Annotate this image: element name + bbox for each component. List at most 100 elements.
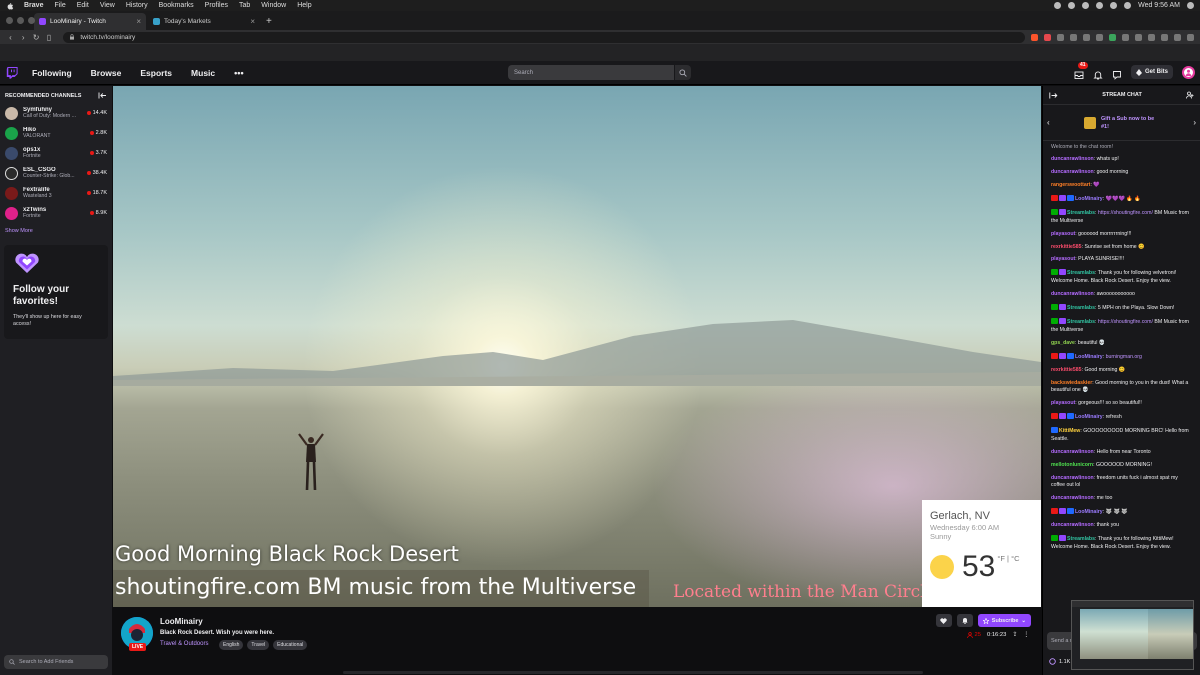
- maximize-window-icon[interactable]: [28, 17, 35, 24]
- brave-rewards-icon[interactable]: [1043, 33, 1051, 41]
- back-icon[interactable]: ‹: [6, 33, 15, 42]
- extension-icon[interactable]: [1056, 33, 1064, 41]
- chat-badge-icon[interactable]: [1059, 535, 1066, 542]
- chat-badge-icon[interactable]: [1051, 208, 1058, 215]
- picture-in-picture-window[interactable]: [1071, 600, 1194, 670]
- sidebar-channel[interactable]: ops1x Fortnite 3.7K: [0, 143, 112, 163]
- extension-icon[interactable]: [1069, 33, 1077, 41]
- more-menu-icon[interactable]: •••: [234, 68, 243, 78]
- chat-badge-icon[interactable]: [1067, 413, 1074, 420]
- menu-tab[interactable]: Tab: [239, 2, 250, 9]
- chat-badge-icon[interactable]: [1051, 508, 1058, 515]
- sidebar-channel[interactable]: x2Twins Fortnite 8.9K: [0, 203, 112, 223]
- chat-username[interactable]: duncanrawlinson: [1051, 156, 1094, 162]
- menu-window[interactable]: Window: [261, 2, 286, 9]
- chat-badge-icon[interactable]: [1067, 352, 1074, 359]
- chat-link[interactable]: https://shoutingfire.com/: [1098, 210, 1153, 216]
- user-avatar[interactable]: [1182, 65, 1195, 79]
- chat-username[interactable]: playasout: [1051, 400, 1075, 406]
- chat-badge-icon[interactable]: [1051, 304, 1058, 311]
- chat-username[interactable]: duncanrawlinson: [1051, 449, 1094, 455]
- apple-icon[interactable]: [6, 2, 14, 10]
- chat-username[interactable]: mellotonlunicorn: [1051, 462, 1093, 468]
- chat-badge-icon[interactable]: [1067, 194, 1074, 201]
- menu-view[interactable]: View: [100, 2, 115, 9]
- minimize-window-icon[interactable]: [17, 17, 24, 24]
- chat-badge-icon[interactable]: [1059, 304, 1066, 311]
- collapse-sidebar-icon[interactable]: [98, 92, 107, 99]
- browser-tab-markets[interactable]: Today's Markets ×: [148, 13, 260, 30]
- search-icon[interactable]: [1187, 2, 1194, 9]
- chat-username[interactable]: playasout: [1051, 231, 1075, 237]
- profile-icon[interactable]: [1173, 33, 1181, 41]
- chat-username[interactable]: Streamlabs: [1067, 536, 1095, 542]
- chat-username[interactable]: duncanrawlinson: [1051, 291, 1094, 297]
- status-icon[interactable]: [1054, 2, 1062, 9]
- channel-points[interactable]: 1.1K: [1049, 658, 1070, 665]
- chat-username[interactable]: LooMinairy: [1075, 509, 1103, 515]
- chat-username[interactable]: duncanrawlinson: [1051, 475, 1094, 481]
- chat-badge-icon[interactable]: [1067, 508, 1074, 515]
- extension-icon[interactable]: [1134, 33, 1142, 41]
- address-bar[interactable]: twitch.tv/loominairy: [63, 31, 1025, 43]
- chat-username[interactable]: LooMinairy: [1075, 196, 1103, 202]
- chat-badge-icon[interactable]: [1059, 194, 1066, 201]
- sidebar-channel[interactable]: Symfuhny Call of Duty: Modern ... 14.4K: [0, 103, 112, 123]
- nav-following[interactable]: Following: [32, 68, 72, 78]
- stream-category[interactable]: Travel & Outdoors: [160, 641, 208, 647]
- extensions-puzzle-icon[interactable]: [1160, 33, 1168, 41]
- bookmark-icon[interactable]: ▯: [45, 33, 54, 42]
- clock[interactable]: Wed 9:56 AM: [1138, 2, 1180, 9]
- chat-link[interactable]: burningman.org: [1106, 354, 1142, 360]
- chat-username[interactable]: rexrkittie585: [1051, 244, 1082, 250]
- chat-badge-icon[interactable]: [1059, 208, 1066, 215]
- tag-english[interactable]: English: [219, 640, 244, 650]
- chat-username[interactable]: gps_dave: [1051, 340, 1075, 346]
- menu-file[interactable]: File: [54, 2, 65, 9]
- nav-browse[interactable]: Browse: [91, 68, 122, 78]
- close-window-icon[interactable]: [6, 17, 13, 24]
- chat-username[interactable]: backswiedaskier: [1051, 380, 1092, 386]
- nav-music[interactable]: Music: [191, 68, 215, 78]
- chevron-left-icon[interactable]: ‹: [1047, 118, 1050, 127]
- new-tab-button[interactable]: +: [262, 13, 276, 30]
- chat-username[interactable]: Streamlabs: [1067, 305, 1095, 311]
- chat-username[interactable]: playasout: [1051, 256, 1075, 262]
- notifications-bell-icon[interactable]: [1093, 67, 1103, 80]
- menu-help[interactable]: Help: [297, 2, 311, 9]
- extension-icon[interactable]: [1082, 33, 1090, 41]
- get-bits-button[interactable]: Get Bits: [1130, 65, 1173, 79]
- extension-icon[interactable]: [1147, 33, 1155, 41]
- menu-app-name[interactable]: Brave: [24, 2, 43, 9]
- inbox-icon[interactable]: 41: [1074, 62, 1088, 79]
- extension-icon[interactable]: [1121, 33, 1129, 41]
- chat-badge-icon[interactable]: [1051, 427, 1058, 434]
- chat-badge-icon[interactable]: [1059, 413, 1066, 420]
- chat-username[interactable]: LooMinairy: [1075, 414, 1103, 420]
- menu-profiles[interactable]: Profiles: [205, 2, 228, 9]
- wifi-icon[interactable]: [1110, 2, 1118, 9]
- chat-badge-icon[interactable]: [1059, 508, 1066, 515]
- browser-tab-twitch[interactable]: LooMinairy - Twitch ×: [34, 13, 146, 30]
- chat-badge-icon[interactable]: [1059, 318, 1066, 325]
- forward-icon[interactable]: ›: [19, 33, 28, 42]
- chat-badge-icon[interactable]: [1051, 269, 1058, 276]
- channel-name[interactable]: LooMinairy: [160, 617, 203, 626]
- chat-badge-icon[interactable]: [1051, 535, 1058, 542]
- close-tab-icon[interactable]: ×: [250, 17, 255, 26]
- search-button[interactable]: [675, 65, 691, 80]
- video-player[interactable]: Good Morning Black Rock Desert shoutingf…: [113, 86, 1041, 607]
- menu-edit[interactable]: Edit: [77, 2, 89, 9]
- horizontal-scrollbar[interactable]: [343, 671, 923, 674]
- chat-username[interactable]: KittiMew: [1059, 428, 1080, 434]
- menu-bookmarks[interactable]: Bookmarks: [159, 2, 194, 9]
- sidebar-channel[interactable]: Fextralife Wasteland 3 18.7K: [0, 183, 112, 203]
- search-input[interactable]: Search: [508, 65, 674, 80]
- chat-username[interactable]: Streamlabs: [1067, 210, 1095, 216]
- subscribe-button[interactable]: Subscribe ⌄: [977, 614, 1031, 627]
- tag-travel[interactable]: Travel: [247, 640, 270, 650]
- chat-badge-icon[interactable]: [1059, 269, 1066, 276]
- community-users-icon[interactable]: [1186, 91, 1194, 99]
- battery-icon[interactable]: [1124, 2, 1132, 9]
- notifications-button[interactable]: [956, 614, 973, 627]
